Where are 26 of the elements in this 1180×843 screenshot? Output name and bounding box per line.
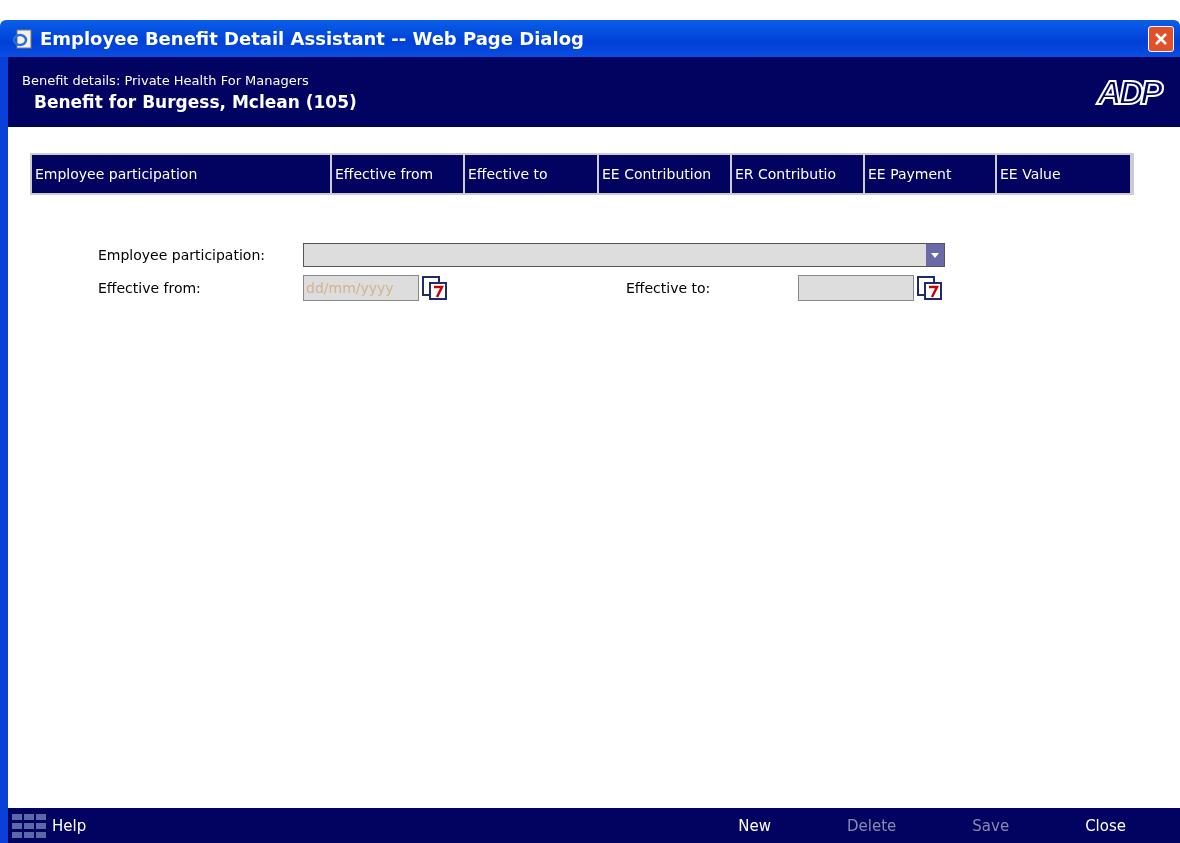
grid-icon bbox=[12, 813, 48, 838]
window-title: Employee Benefit Detail Assistant -- Web Page Dialog bbox=[40, 28, 585, 49]
help-link[interactable]: Help bbox=[52, 816, 87, 835]
participation-dropdown[interactable] bbox=[303, 243, 945, 267]
field-label: Employee participation: bbox=[98, 247, 266, 263]
calendar-icon[interactable] bbox=[422, 276, 448, 300]
page-icon bbox=[12, 27, 34, 50]
date-field[interactable] bbox=[798, 275, 914, 301]
footer-button[interactable]: Close bbox=[1071, 816, 1140, 835]
benefit-title: Benefit for Burgess, Mclean (105) bbox=[34, 91, 358, 112]
benefit-subtitle: Benefit details: Private Health For Managers bbox=[22, 72, 310, 88]
close-icon bbox=[1154, 31, 1168, 46]
column-header[interactable]: Effective to bbox=[465, 155, 599, 193]
close-button[interactable] bbox=[1148, 25, 1174, 52]
column-header[interactable]: EE Payment bbox=[865, 155, 997, 193]
calendar-icon[interactable] bbox=[917, 276, 943, 300]
footer-button[interactable]: New bbox=[724, 816, 785, 835]
column-header[interactable]: Effective from bbox=[332, 155, 465, 193]
field-label: Effective from: bbox=[98, 280, 202, 296]
date-field[interactable]: dd/mm/yyyy bbox=[303, 275, 419, 301]
column-header[interactable]: EE Contribution bbox=[599, 155, 732, 193]
logo: ADP bbox=[1097, 72, 1160, 112]
column-header[interactable]: ER Contributio bbox=[732, 155, 865, 193]
field-label: Effective to: bbox=[626, 280, 712, 296]
column-header[interactable]: EE Value bbox=[997, 155, 1132, 193]
column-header[interactable]: Employee participation bbox=[32, 155, 332, 193]
